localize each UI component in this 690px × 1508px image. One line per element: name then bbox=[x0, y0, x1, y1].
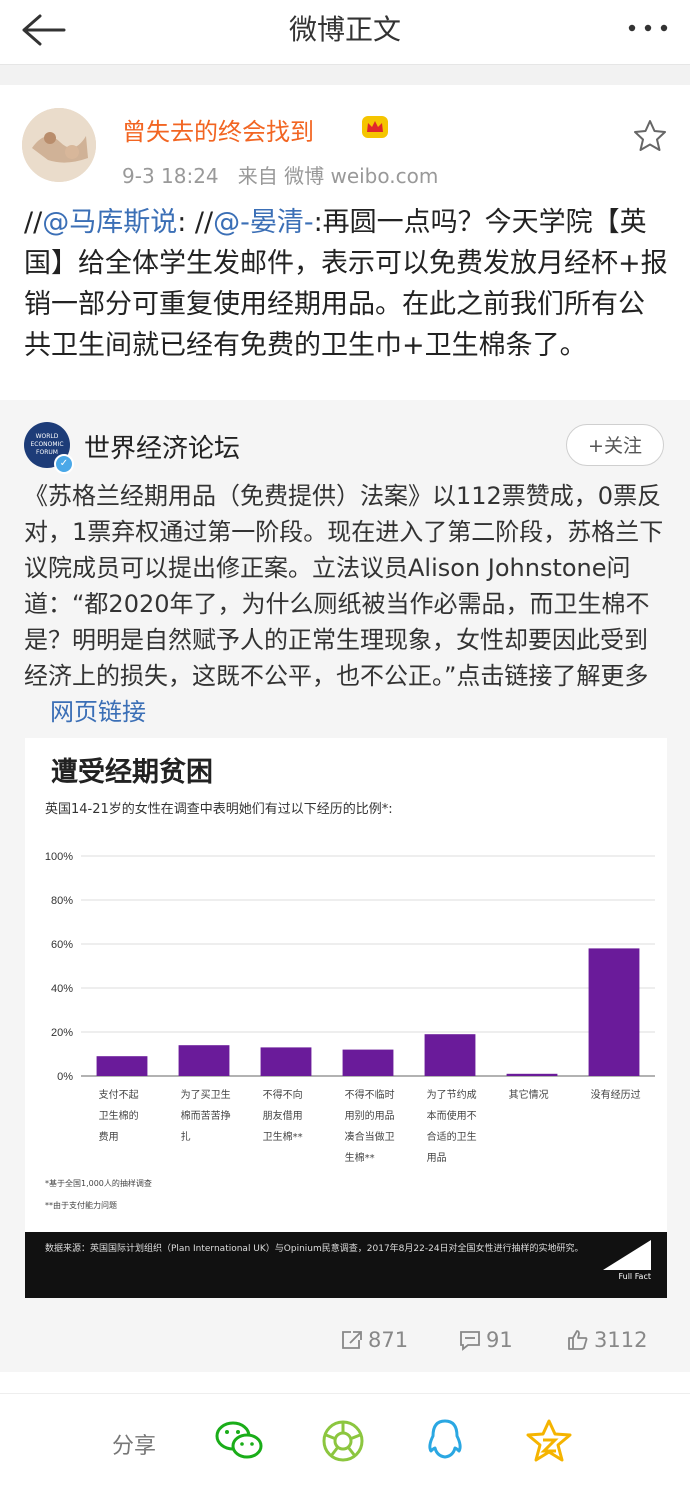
page-title: 微博正文 bbox=[288, 13, 401, 46]
chart-source-footer: 数据来源：英国国际计划组织（Plan International UK）与Opi… bbox=[25, 1232, 667, 1298]
username[interactable]: 曾失去的终会找到 bbox=[122, 112, 314, 147]
x-tick-label: 棉而苦苦挣 bbox=[181, 1109, 231, 1122]
more-options-icon[interactable] bbox=[626, 20, 670, 36]
mention-link[interactable]: @马库斯说 bbox=[42, 207, 177, 238]
post-source: 来自 微博 weibo.com bbox=[237, 164, 439, 188]
x-tick-label: 为了节约成 bbox=[427, 1088, 477, 1101]
chart-source: 数据来源：英国国际计划组织（Plan International UK）与Opi… bbox=[45, 1244, 584, 1254]
follow-button[interactable]: +关注 bbox=[566, 424, 664, 466]
bar bbox=[96, 1056, 148, 1076]
y-tick-label: 80% bbox=[51, 895, 73, 907]
qq-icon[interactable] bbox=[420, 1418, 470, 1464]
x-tick-label: 朋友借用 bbox=[263, 1109, 303, 1122]
x-tick-label: 卫生棉** bbox=[263, 1130, 303, 1143]
chart-footnote: *基于全国1,000人的抽样调查 bbox=[45, 1179, 152, 1188]
chart-image[interactable]: 遭受经期贫困 英国14-21岁的女性在调查中表明她们有过以下经历的比例*: 0%… bbox=[25, 738, 667, 1298]
repost-count[interactable]: 871 bbox=[340, 1328, 408, 1352]
mention-link[interactable]: @-晏清- bbox=[213, 207, 314, 238]
x-tick-label: 生棉** bbox=[345, 1151, 375, 1164]
x-tick-label: 用品 bbox=[427, 1152, 447, 1164]
x-tick-label: 费用 bbox=[99, 1130, 119, 1143]
post-meta: 9-3 18:24 来自 微博 weibo.com bbox=[122, 160, 438, 189]
favorite-star-icon[interactable] bbox=[632, 118, 668, 154]
quoted-account-name[interactable]: 世界经济论坛 bbox=[84, 428, 240, 465]
x-tick-label: 用别的用品 bbox=[345, 1109, 395, 1122]
verified-badge-icon: ✓ bbox=[54, 454, 74, 474]
vip-crown-icon bbox=[362, 116, 388, 138]
x-tick-label: 没有经历过 bbox=[591, 1088, 641, 1101]
post-text: //@马库斯说: //@-晏清-:再圆一点吗？今天学院【英国】给全体学生发邮件，… bbox=[24, 207, 668, 361]
x-tick-label: 卫生棉的 bbox=[99, 1109, 139, 1122]
wechat-icon[interactable] bbox=[214, 1418, 264, 1464]
x-tick-label: 扎 bbox=[181, 1130, 191, 1143]
x-tick-label: 其它情况 bbox=[509, 1088, 549, 1101]
repost-icon bbox=[342, 1331, 362, 1349]
fullfact-logo-icon bbox=[603, 1240, 651, 1270]
post-stats: 871 91 3112 bbox=[0, 1318, 690, 1368]
chart-title: 遭受经期贫困 bbox=[51, 757, 213, 788]
header-divider bbox=[0, 64, 690, 85]
comment-count[interactable]: 91 bbox=[458, 1328, 513, 1352]
x-tick-label: 凑合当做卫 bbox=[345, 1130, 395, 1143]
y-tick-label: 60% bbox=[51, 939, 73, 951]
quoted-text: 《苏格兰经期用品（免费提供）法案》以112票赞成，0票反对，1票弃权通过第一阶段… bbox=[24, 482, 664, 726]
y-tick-label: 40% bbox=[51, 983, 73, 995]
moments-icon[interactable] bbox=[318, 1418, 368, 1464]
x-tick-label: 不得不临时 bbox=[345, 1088, 395, 1101]
thumbs-up-icon bbox=[568, 1330, 588, 1350]
chart-footnote: **由于支付能力问题 bbox=[45, 1201, 117, 1210]
comment-icon bbox=[460, 1331, 480, 1351]
chart-brand: Full Fact bbox=[618, 1272, 651, 1281]
x-tick-label: 合适的卫生 bbox=[427, 1130, 477, 1143]
y-tick-label: 100% bbox=[45, 851, 73, 863]
share-label: 分享 bbox=[112, 1434, 157, 1459]
x-tick-label: 为了买卫生 bbox=[181, 1088, 231, 1101]
bar bbox=[588, 948, 640, 1076]
chart-subtitle: 英国14-21岁的女性在调查中表明她们有过以下经历的比例*: bbox=[45, 802, 393, 817]
avatar[interactable] bbox=[22, 108, 96, 182]
post-time: 9-3 18:24 bbox=[122, 164, 219, 188]
top-nav-bar: 微博正文 bbox=[0, 0, 690, 64]
x-tick-label: 支付不起 bbox=[99, 1088, 139, 1101]
share-bar: 分享 bbox=[0, 1393, 690, 1508]
bar bbox=[506, 1073, 558, 1076]
y-tick-label: 20% bbox=[51, 1027, 73, 1039]
bar bbox=[424, 1034, 476, 1076]
bar bbox=[178, 1045, 230, 1076]
bar bbox=[260, 1047, 312, 1076]
x-tick-label: 本而使用不 bbox=[427, 1109, 477, 1122]
quoted-post[interactable]: WORLD ECONOMIC FORUM ✓ 世界经济论坛 +关注 《苏格兰经期… bbox=[0, 400, 690, 1372]
y-tick-label: 0% bbox=[57, 1071, 73, 1083]
x-tick-label: 不得不向 bbox=[263, 1088, 303, 1101]
web-link[interactable]: 网页链接 bbox=[50, 698, 146, 726]
bar bbox=[342, 1049, 394, 1076]
bar-chart: 0% 20% 40% 60% 80% 100% 支付不起卫生棉的费用 为了买卫生棉而苦苦挣扎 不… bbox=[45, 851, 655, 1164]
like-count[interactable]: 3112 bbox=[566, 1328, 647, 1352]
qzone-star-icon[interactable] bbox=[524, 1418, 574, 1464]
